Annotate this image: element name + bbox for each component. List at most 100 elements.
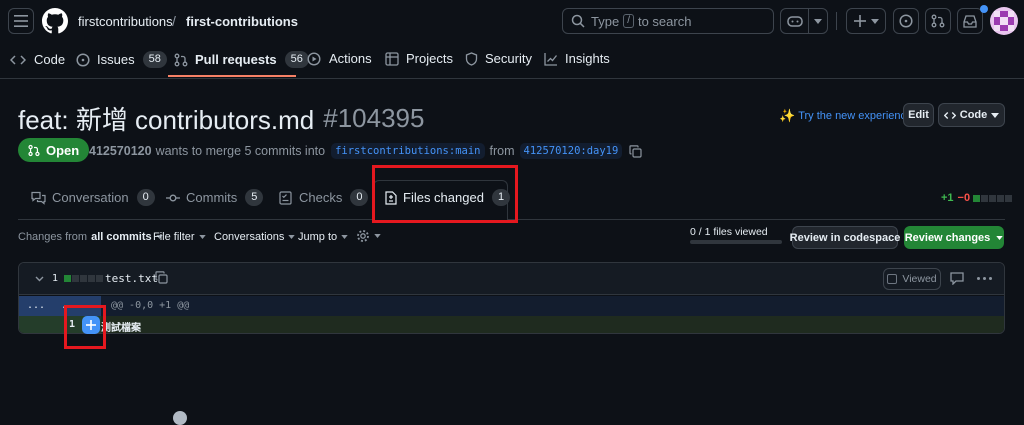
from-text: from [489, 144, 515, 158]
tab-security[interactable]: Security [465, 51, 532, 66]
repo-owner-link[interactable]: firstcontributions [78, 14, 173, 29]
files-viewed-text: 0 / 1 files viewed [690, 226, 768, 238]
commits-counter: 5 [245, 189, 264, 206]
copy-icon[interactable] [155, 271, 168, 284]
page-title: feat: 新增 contributors.md #104395 [18, 100, 424, 137]
repo-name-link[interactable]: first-contributions [186, 14, 298, 29]
conversations-dropdown[interactable]: Conversations [214, 231, 296, 243]
issue-circle-icon [899, 14, 913, 28]
diffstat-deletions: −0 [957, 192, 971, 204]
search-input[interactable]: Type / to search [562, 8, 774, 34]
all-commits-label: all commits [91, 231, 152, 243]
chevron-down-icon[interactable] [35, 276, 44, 282]
head-branch[interactable]: 412570120:day19 [519, 143, 623, 159]
tab-conversation[interactable]: Conversation 0 [31, 189, 155, 206]
copy-icon[interactable] [629, 144, 642, 158]
tab-insights[interactable]: Insights [544, 51, 610, 66]
code-icon [943, 111, 956, 120]
hunk-header-row: ... ... @@ -0,0 +1 @@ [19, 296, 1004, 316]
chevron-down-icon [288, 235, 296, 239]
commit-icon [166, 193, 180, 203]
file-filter-dropdown[interactable]: File filter [153, 231, 206, 243]
tab-code[interactable]: Code [10, 52, 65, 67]
github-logo-icon[interactable] [42, 8, 68, 34]
tab-conversation-label: Conversation [52, 190, 129, 205]
review-in-codespace-button[interactable]: Review in codespace [790, 226, 900, 249]
diff-line-addition: 1 測試檔案 [19, 316, 1004, 334]
file-diff: 1 test.txt Viewed ... ... @@ -0,0 +1 @@ … [18, 262, 1005, 334]
plus-icon [853, 15, 866, 27]
code-button-label: Code [959, 109, 988, 121]
conversations-label: Conversations [214, 231, 285, 243]
files-tab-highlight-box [372, 165, 518, 223]
tab-commits[interactable]: Commits 5 [166, 189, 264, 206]
create-new-button[interactable] [846, 8, 886, 34]
search-icon [571, 14, 585, 28]
cursor-indicator [173, 411, 187, 425]
changes-from-dropdown[interactable]: Changes from all commits [18, 231, 163, 243]
checkbox-icon [887, 274, 898, 284]
issues-button[interactable] [893, 8, 919, 34]
add-comment-highlight-box [64, 305, 106, 349]
tab-projects[interactable]: Projects [385, 51, 453, 66]
search-suffix: to search [637, 13, 692, 29]
review-changes-label: Review changes [904, 231, 991, 244]
pr-meta: 412570120 wants to merge 5 commits into … [89, 143, 642, 159]
tab-issues-label: Issues [97, 52, 135, 67]
tab-code-label: Code [34, 52, 66, 67]
tab-actions[interactable]: Actions [307, 51, 372, 66]
file-diffstat [64, 275, 103, 282]
diff-line-text: 測試檔案 [101, 323, 141, 334]
pull-request-open-icon [28, 144, 40, 157]
conversation-counter: 0 [136, 189, 155, 206]
jump-to-label: Jump to [298, 231, 338, 243]
tab-projects-label: Projects [406, 51, 453, 66]
tab-actions-label: Actions [329, 51, 372, 66]
inbox-icon [963, 14, 977, 28]
viewed-checkbox[interactable]: Viewed [883, 268, 941, 290]
edit-button-label: Edit [908, 109, 929, 121]
play-circle-icon [307, 51, 321, 66]
code-dropdown-button[interactable]: Code [938, 103, 1005, 127]
chevron-down-icon [198, 235, 206, 239]
files-viewed-progress [690, 240, 782, 244]
hamburger-icon [14, 15, 28, 27]
chevron-down-icon [341, 235, 348, 239]
tab-checks[interactable]: Checks 0 [279, 189, 369, 206]
diff-settings-button[interactable] [356, 229, 381, 243]
tab-issues[interactable]: Issues 58 [76, 51, 167, 68]
chevron-down-icon [809, 18, 827, 24]
pull-requests-button[interactable] [925, 8, 951, 34]
file-name[interactable]: test.txt [105, 272, 158, 285]
breadcrumb-separator: / [172, 13, 176, 29]
kebab-horizontal-icon[interactable] [977, 277, 992, 280]
pr-author-link[interactable]: 412570120 [89, 144, 152, 158]
menu-button[interactable] [8, 8, 34, 34]
edit-button[interactable]: Edit [903, 103, 934, 127]
chevron-down-icon [374, 234, 381, 238]
tab-security-label: Security [485, 51, 532, 66]
tab-pull-requests[interactable]: Pull requests 56 [174, 51, 309, 68]
chevron-down-icon [991, 112, 1000, 118]
status-badge-label: Open [46, 142, 80, 158]
avatar[interactable] [990, 7, 1018, 35]
copilot-button[interactable] [780, 8, 828, 34]
try-new-experience-link[interactable]: ✨ Try the new experience [779, 108, 912, 124]
gear-icon [356, 229, 370, 243]
jump-to-dropdown[interactable]: Jump to [298, 231, 348, 243]
comment-icon[interactable] [950, 272, 964, 285]
changes-from-label: Changes from [18, 231, 88, 243]
review-changes-button[interactable]: Review changes [904, 226, 1004, 249]
inbox-button[interactable] [957, 5, 988, 34]
tab-pull-requests-label: Pull requests [195, 52, 277, 67]
base-branch[interactable]: firstcontributions:main [331, 143, 485, 159]
search-key-hint: / [623, 14, 634, 28]
pull-request-icon [931, 14, 945, 28]
tab-commits-label: Commits [186, 190, 238, 205]
nav-divider [0, 78, 1024, 79]
diffstat-additions: +1 [941, 192, 954, 204]
try-new-experience-label: Try the new experience [798, 110, 913, 122]
hunk-header-text: @@ -0,0 +1 @@ [111, 300, 190, 311]
pull-request-icon [174, 53, 188, 67]
table-icon [385, 51, 399, 66]
